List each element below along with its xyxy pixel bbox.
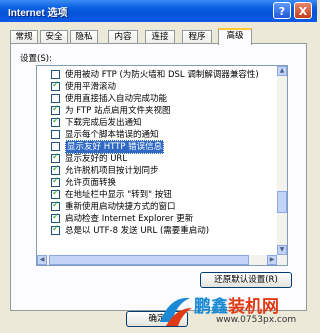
checkbox[interactable] — [51, 130, 60, 139]
setting-label: 为 FTP 站点启用文件夹视图 — [65, 106, 171, 116]
setting-label: 下载完成后发出通知 — [65, 118, 142, 128]
setting-label: 允许页面转换 — [65, 178, 117, 188]
tab-programs[interactable]: 程序 — [182, 30, 212, 44]
settings-list: 使用被动 FTP (为防火墙和 DSL 调制解调器兼容性) 使用平滑滚动 使用直… — [36, 65, 288, 266]
watermark-brand: 鹏鑫装机网 — [194, 297, 279, 317]
watermark-logo-icon — [160, 297, 192, 326]
setting-label: 显示友好的 URL — [65, 154, 128, 164]
scroll-left-icon[interactable]: ◀ — [37, 255, 47, 265]
tab-privacy[interactable]: 隐私 — [70, 30, 98, 44]
checkbox[interactable] — [51, 152, 60, 163]
vertical-scrollbar[interactable]: ▲ ▼ — [277, 66, 287, 255]
checkbox[interactable] — [51, 142, 60, 151]
tab-general[interactable]: 常规 — [10, 30, 38, 44]
scroll-up-icon[interactable]: ▲ — [277, 66, 287, 76]
watermark: 鹏鑫装机网 www.0753px.com — [150, 290, 317, 333]
setting-label: 使用平滑滚动 — [65, 82, 117, 92]
scroll-down-icon[interactable]: ▼ — [277, 245, 287, 255]
title-bar: Internet 选项 ? X — [0, 0, 317, 22]
tab-connections[interactable]: 连接 — [145, 30, 175, 44]
checkbox[interactable] — [51, 70, 60, 79]
horizontal-scroll-thumb[interactable] — [49, 255, 249, 265]
setting-label: 在地址栏中显示 "转到" 按钮 — [65, 190, 172, 200]
checkbox[interactable] — [51, 200, 60, 211]
checkbox[interactable] — [51, 104, 60, 115]
setting-label: 使用被动 FTP (为防火墙和 DSL 调制解调器兼容性) — [65, 70, 259, 80]
setting-label: 总是以 UTF-8 发送 URL (需要重启动) — [65, 226, 210, 236]
checkbox[interactable] — [51, 212, 60, 223]
window-title: Internet 选项 — [8, 8, 68, 19]
vertical-scroll-thumb[interactable] — [277, 191, 287, 213]
watermark-url: www.0753px.com — [216, 315, 297, 325]
setting-label: 重新使用启动快捷方式的窗口 — [65, 202, 176, 212]
checkbox[interactable] — [51, 164, 60, 175]
tab-advanced[interactable]: 高级 — [218, 28, 252, 45]
horizontal-scrollbar[interactable]: ◀ ▶ — [37, 255, 287, 265]
help-button[interactable]: ? — [273, 2, 291, 19]
checkbox[interactable] — [51, 176, 60, 187]
checkbox[interactable] — [51, 116, 60, 127]
setting-label: 启动检查 Internet Explorer 更新 — [65, 214, 194, 224]
settings-label: 设置(S): — [20, 54, 52, 64]
tab-security[interactable]: 安全 — [40, 30, 68, 44]
restore-defaults-button[interactable]: 还原默认设置(R) — [200, 272, 292, 288]
checkbox[interactable] — [51, 80, 60, 91]
checkbox[interactable] — [51, 188, 60, 199]
setting-label: 使用直接插入自动完成功能 — [65, 94, 168, 104]
checkbox[interactable] — [51, 224, 60, 235]
checkbox[interactable] — [51, 94, 60, 103]
tab-content[interactable]: 内容 — [108, 30, 138, 44]
setting-label-selected: 显示友好 HTTP 错误信息 — [65, 140, 165, 154]
scroll-right-icon[interactable]: ▶ — [267, 255, 277, 265]
setting-label: 允许脱机项目按计划同步 — [65, 166, 159, 176]
close-button[interactable]: X — [294, 2, 312, 19]
